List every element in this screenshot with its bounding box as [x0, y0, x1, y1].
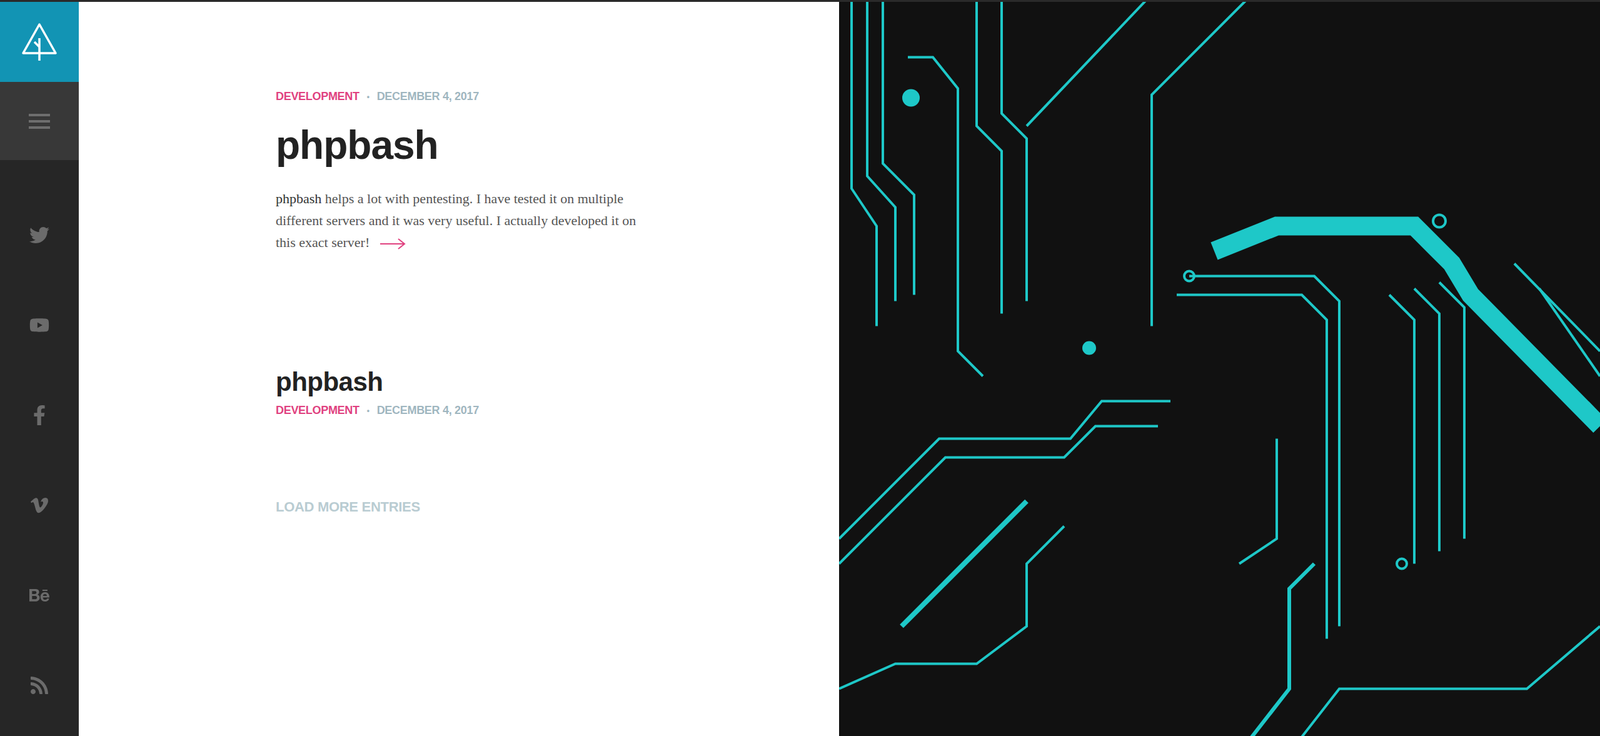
post-date: DECEMBER 4, 2017 — [377, 402, 479, 419]
rss-icon — [29, 675, 50, 696]
social-link[interactable] — [26, 315, 52, 336]
page: DEVELOPMENT•DECEMBER 4, 2017phpbashphpba… — [0, 0, 1600, 736]
meta-separator: • — [367, 405, 370, 417]
post-title[interactable]: phpbash — [275, 122, 840, 168]
menu-button[interactable] — [0, 81, 79, 161]
social-links — [0, 160, 79, 696]
post-category[interactable]: DEVELOPMENT — [275, 88, 360, 106]
hamburger-icon — [28, 113, 51, 130]
sidebar — [0, 1, 79, 736]
circuit-board-icon — [839, 1, 1600, 736]
circuit-illustration — [839, 1, 1600, 736]
post-list: DEVELOPMENT•DECEMBER 4, 2017phpbashphpba… — [78, 1, 840, 736]
behance-icon — [29, 585, 50, 606]
read-more-arrow-icon[interactable] — [379, 237, 406, 251]
tree-logo-icon — [20, 21, 59, 62]
facebook-icon — [29, 405, 50, 426]
social-link[interactable] — [26, 495, 52, 516]
logo[interactable] — [0, 1, 79, 82]
post-title[interactable]: phpbash — [275, 367, 840, 398]
social-link[interactable] — [26, 405, 52, 426]
youtube-icon — [29, 315, 50, 336]
meta-separator: • — [367, 91, 370, 103]
featured-post: DEVELOPMENT•DECEMBER 4, 2017phpbashphpba… — [275, 88, 840, 254]
post: phpbash DEVELOPMENT • DECEMBER 4, 2017 — [275, 367, 840, 419]
twitter-icon — [29, 225, 50, 246]
social-link[interactable] — [26, 675, 52, 696]
load-more-button[interactable]: LOAD MORE ENTRIES — [275, 496, 421, 518]
vimeo-icon — [29, 495, 50, 516]
post-meta: DEVELOPMENT • DECEMBER 4, 2017 — [275, 88, 840, 106]
excerpt-lead: phpbash — [275, 190, 322, 207]
social-link[interactable] — [26, 225, 52, 246]
post-excerpt: phpbash helps a lot with pentesting. I h… — [275, 187, 658, 254]
post-date: DECEMBER 4, 2017 — [377, 88, 479, 106]
post-category[interactable]: DEVELOPMENT — [275, 402, 360, 419]
post-meta: DEVELOPMENT • DECEMBER 4, 2017 — [275, 402, 840, 419]
social-link[interactable] — [26, 585, 52, 606]
